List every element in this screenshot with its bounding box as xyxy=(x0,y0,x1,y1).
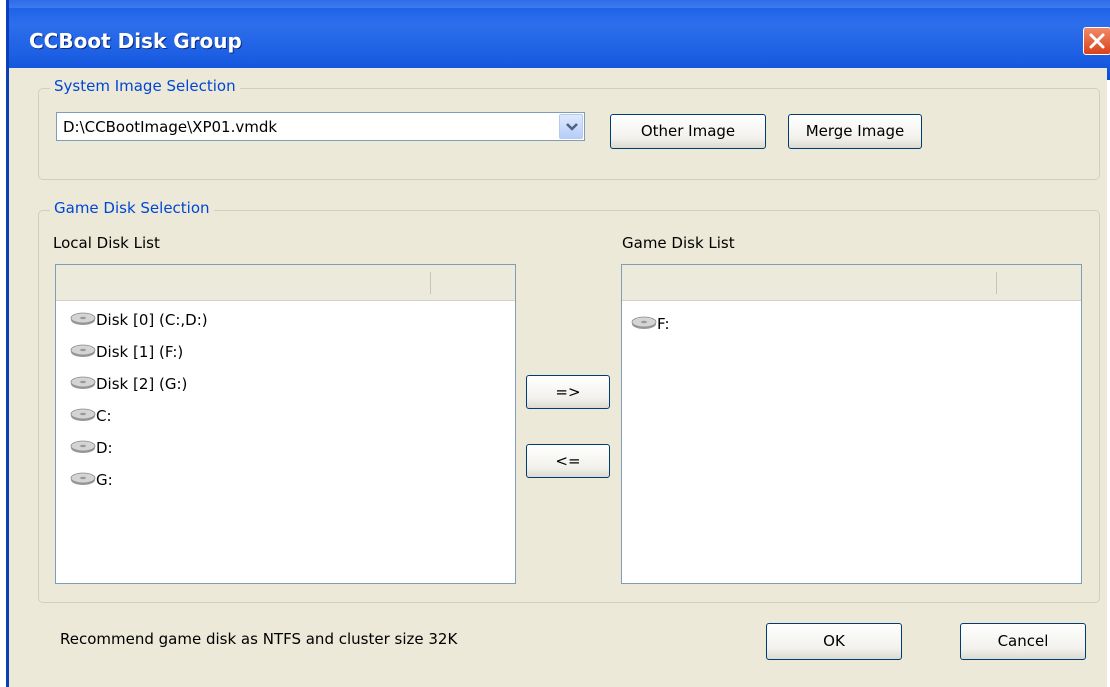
remove-button-label: <= xyxy=(555,452,581,470)
hard-disk-icon xyxy=(70,408,96,422)
merge-image-label: Merge Image xyxy=(805,122,905,140)
other-image-button[interactable]: Other Image xyxy=(610,114,766,149)
list-item[interactable]: C: xyxy=(70,407,112,425)
ok-button-label: OK xyxy=(823,632,845,650)
local-disk-list-header[interactable] xyxy=(56,265,515,301)
list-item-label: Disk [2] (G:) xyxy=(96,375,188,393)
close-icon xyxy=(1089,33,1105,49)
list-item-label: D: xyxy=(96,439,113,457)
cancel-button-label: Cancel xyxy=(997,632,1049,650)
hard-disk-icon xyxy=(70,472,96,486)
local-disk-list-label: Local Disk List xyxy=(53,234,160,252)
other-image-label: Other Image xyxy=(640,122,736,140)
recommendation-text: Recommend game disk as NTFS and cluster … xyxy=(60,630,458,648)
chevron-down-icon xyxy=(566,123,578,131)
list-item-label: Disk [1] (F:) xyxy=(96,343,184,361)
game-disk-list-label: Game Disk List xyxy=(622,234,735,252)
game-disk-list[interactable]: F: xyxy=(621,264,1082,584)
list-item-label: C: xyxy=(96,407,112,425)
dropdown-button[interactable] xyxy=(559,114,583,139)
window-title: CCBoot Disk Group xyxy=(29,29,242,53)
ok-button[interactable]: OK xyxy=(766,623,902,660)
merge-image-button[interactable]: Merge Image xyxy=(788,114,922,149)
hard-disk-icon xyxy=(70,344,96,358)
column-separator[interactable] xyxy=(430,272,431,294)
system-image-select[interactable]: D:\CCBootImage\XP01.vmdk xyxy=(56,112,585,141)
list-item[interactable]: G: xyxy=(70,471,113,489)
hard-disk-icon xyxy=(631,316,657,330)
hard-disk-icon xyxy=(70,440,96,454)
column-separator[interactable] xyxy=(996,272,997,294)
list-item[interactable]: D: xyxy=(70,439,113,457)
system-image-value: D:\CCBootImage\XP01.vmdk xyxy=(63,118,278,136)
add-to-game-disk-button[interactable]: => xyxy=(526,375,610,409)
system-image-legend: System Image Selection xyxy=(50,77,240,95)
add-button-label: => xyxy=(555,383,581,401)
list-item-label: Disk [0] (C:,D:) xyxy=(96,311,208,329)
close-button[interactable] xyxy=(1083,27,1110,55)
list-item[interactable]: Disk [1] (F:) xyxy=(70,343,183,361)
list-item[interactable]: Disk [2] (G:) xyxy=(70,375,187,393)
cancel-button[interactable]: Cancel xyxy=(960,623,1086,660)
list-item[interactable]: F: xyxy=(631,315,670,333)
list-item-label: F: xyxy=(657,315,670,333)
remove-from-game-disk-button[interactable]: <= xyxy=(526,444,610,478)
title-bar-highlight xyxy=(9,0,1110,8)
hard-disk-icon xyxy=(70,376,96,390)
list-item-label: G: xyxy=(96,471,113,489)
game-disk-legend: Game Disk Selection xyxy=(50,199,214,217)
list-item[interactable]: Disk [0] (C:,D:) xyxy=(70,311,208,329)
hard-disk-icon xyxy=(70,312,96,326)
local-disk-list[interactable]: Disk [0] (C:,D:) Disk [1] (F:) Disk [2] … xyxy=(55,264,516,584)
game-disk-list-header[interactable] xyxy=(622,265,1081,301)
